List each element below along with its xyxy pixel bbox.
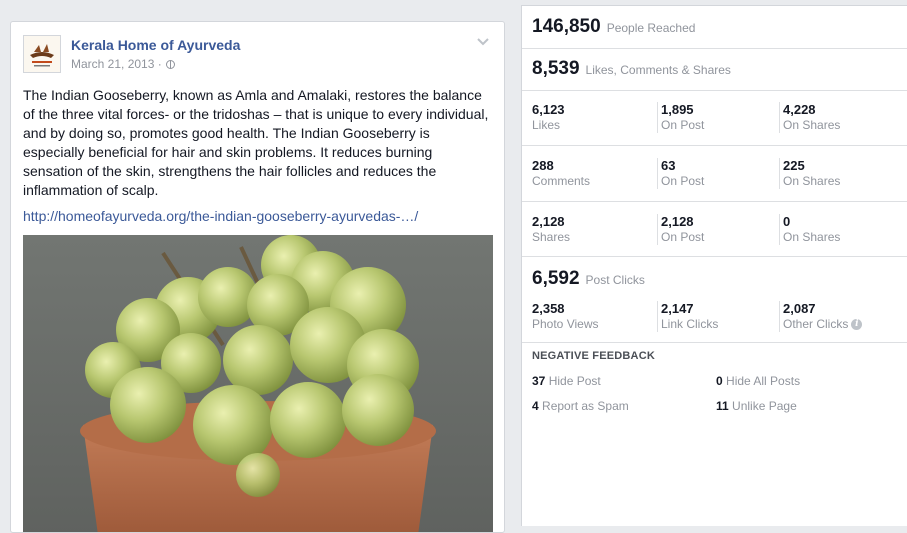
post-meta: March 21, 2013 · [71,57,175,71]
stat-value: 2,358 [532,301,565,316]
neg-value: 11 [716,399,729,413]
stat-shares: 2,128 Shares [532,214,647,245]
engagement-label: Likes, Comments & Shares [585,63,731,77]
stat-value: 288 [532,158,554,173]
stat-shares-on-post: 2,128 On Post [657,214,772,245]
post-card: Kerala Home of Ayurveda March 21, 2013 ·… [10,21,505,533]
globe-icon [165,59,175,69]
neg-label: Report as Spam [542,399,629,413]
neg-label: Hide Post [548,374,601,388]
stat-label: Likes [532,118,561,132]
stat-value: 225 [783,158,805,173]
stat-label: Other Clicks i [783,317,894,332]
divider [522,48,907,49]
neg-hide-all-posts: 0 Hide All Posts [716,374,800,388]
stat-comments-on-shares: 225 On Shares [779,158,894,189]
divider [522,145,907,146]
stat-other-clicks: 2,087 Other Clicks i [779,301,894,332]
stat-label: On Shares [783,174,841,188]
people-reached: 146,850 People Reached [532,16,695,38]
neg-value: 0 [716,374,723,388]
stat-value: 4,228 [783,102,816,117]
neg-label: Unlike Page [732,399,797,413]
stat-label: On Post [661,230,705,244]
engagement-value: 8,539 [532,58,580,79]
neg-label: Hide All Posts [726,374,801,388]
stat-value: 1,895 [661,102,694,117]
stat-label: On Post [661,174,705,188]
stat-comments: 288 Comments [532,158,647,189]
stat-label: Comments [532,174,591,188]
stat-value: 6,123 [532,102,565,117]
divider [522,201,907,202]
post-insights-panel: 146,850 People Reached 8,539 Likes, Comm… [521,5,907,526]
page-name-link[interactable]: Kerala Home of Ayurveda [71,37,240,53]
stat-link-clicks: 2,147 Link Clicks [657,301,772,332]
engagement-summary: 8,539 Likes, Comments & Shares [532,58,731,80]
stat-label: Photo Views [532,317,599,331]
divider [522,256,907,257]
stat-likes: 6,123 Likes [532,102,647,133]
divider [522,342,907,343]
chevron-down-icon[interactable] [476,36,490,48]
post-link[interactable]: http://homeofayurveda.org/the-indian-goo… [23,208,418,224]
neg-hide-post: 37 Hide Post [532,374,601,388]
people-reached-value: 146,850 [532,16,601,37]
people-reached-label: People Reached [606,21,696,35]
stat-shares-on-shares: 0 On Shares [779,214,894,245]
stat-value: 2,128 [532,214,565,229]
stat-value: 2,147 [661,301,694,316]
stat-likes-on-post: 1,895 On Post [657,102,772,133]
neg-value: 4 [532,399,539,413]
stat-likes-on-shares: 4,228 On Shares [779,102,894,133]
stat-value: 63 [661,158,676,173]
post-photo-amla[interactable] [23,235,493,532]
stat-value: 2,128 [661,214,694,229]
stat-label: Link Clicks [661,317,719,331]
stat-photo-views: 2,358 Photo Views [532,301,647,332]
stat-label: On Shares [783,230,841,244]
other-clicks-label-text: Other Clicks [783,317,849,331]
negative-feedback-title: NEGATIVE FEEDBACK [532,350,655,362]
post-clicks-summary: 6,592 Post Clicks [532,268,645,290]
neg-value: 37 [532,374,546,388]
post-date[interactable]: March 21, 2013 · [71,57,162,71]
stat-value: 0 [783,214,791,229]
neg-unlike-page: 11 Unlike Page [716,399,797,413]
stat-label: On Post [661,118,705,132]
post-clicks-value: 6,592 [532,268,580,289]
divider [522,90,907,91]
stat-comments-on-post: 63 On Post [657,158,772,189]
stat-label: Shares [532,230,571,244]
page-logo [24,36,60,72]
post-clicks-label: Post Clicks [585,273,645,287]
info-icon[interactable]: i [851,319,863,331]
post-body-text: The Indian Gooseberry, known as Amla and… [23,87,489,198]
neg-report-spam: 4 Report as Spam [532,399,629,413]
page-avatar[interactable] [23,35,61,73]
stat-value: 2,087 [783,301,816,316]
stat-label: On Shares [783,118,841,132]
